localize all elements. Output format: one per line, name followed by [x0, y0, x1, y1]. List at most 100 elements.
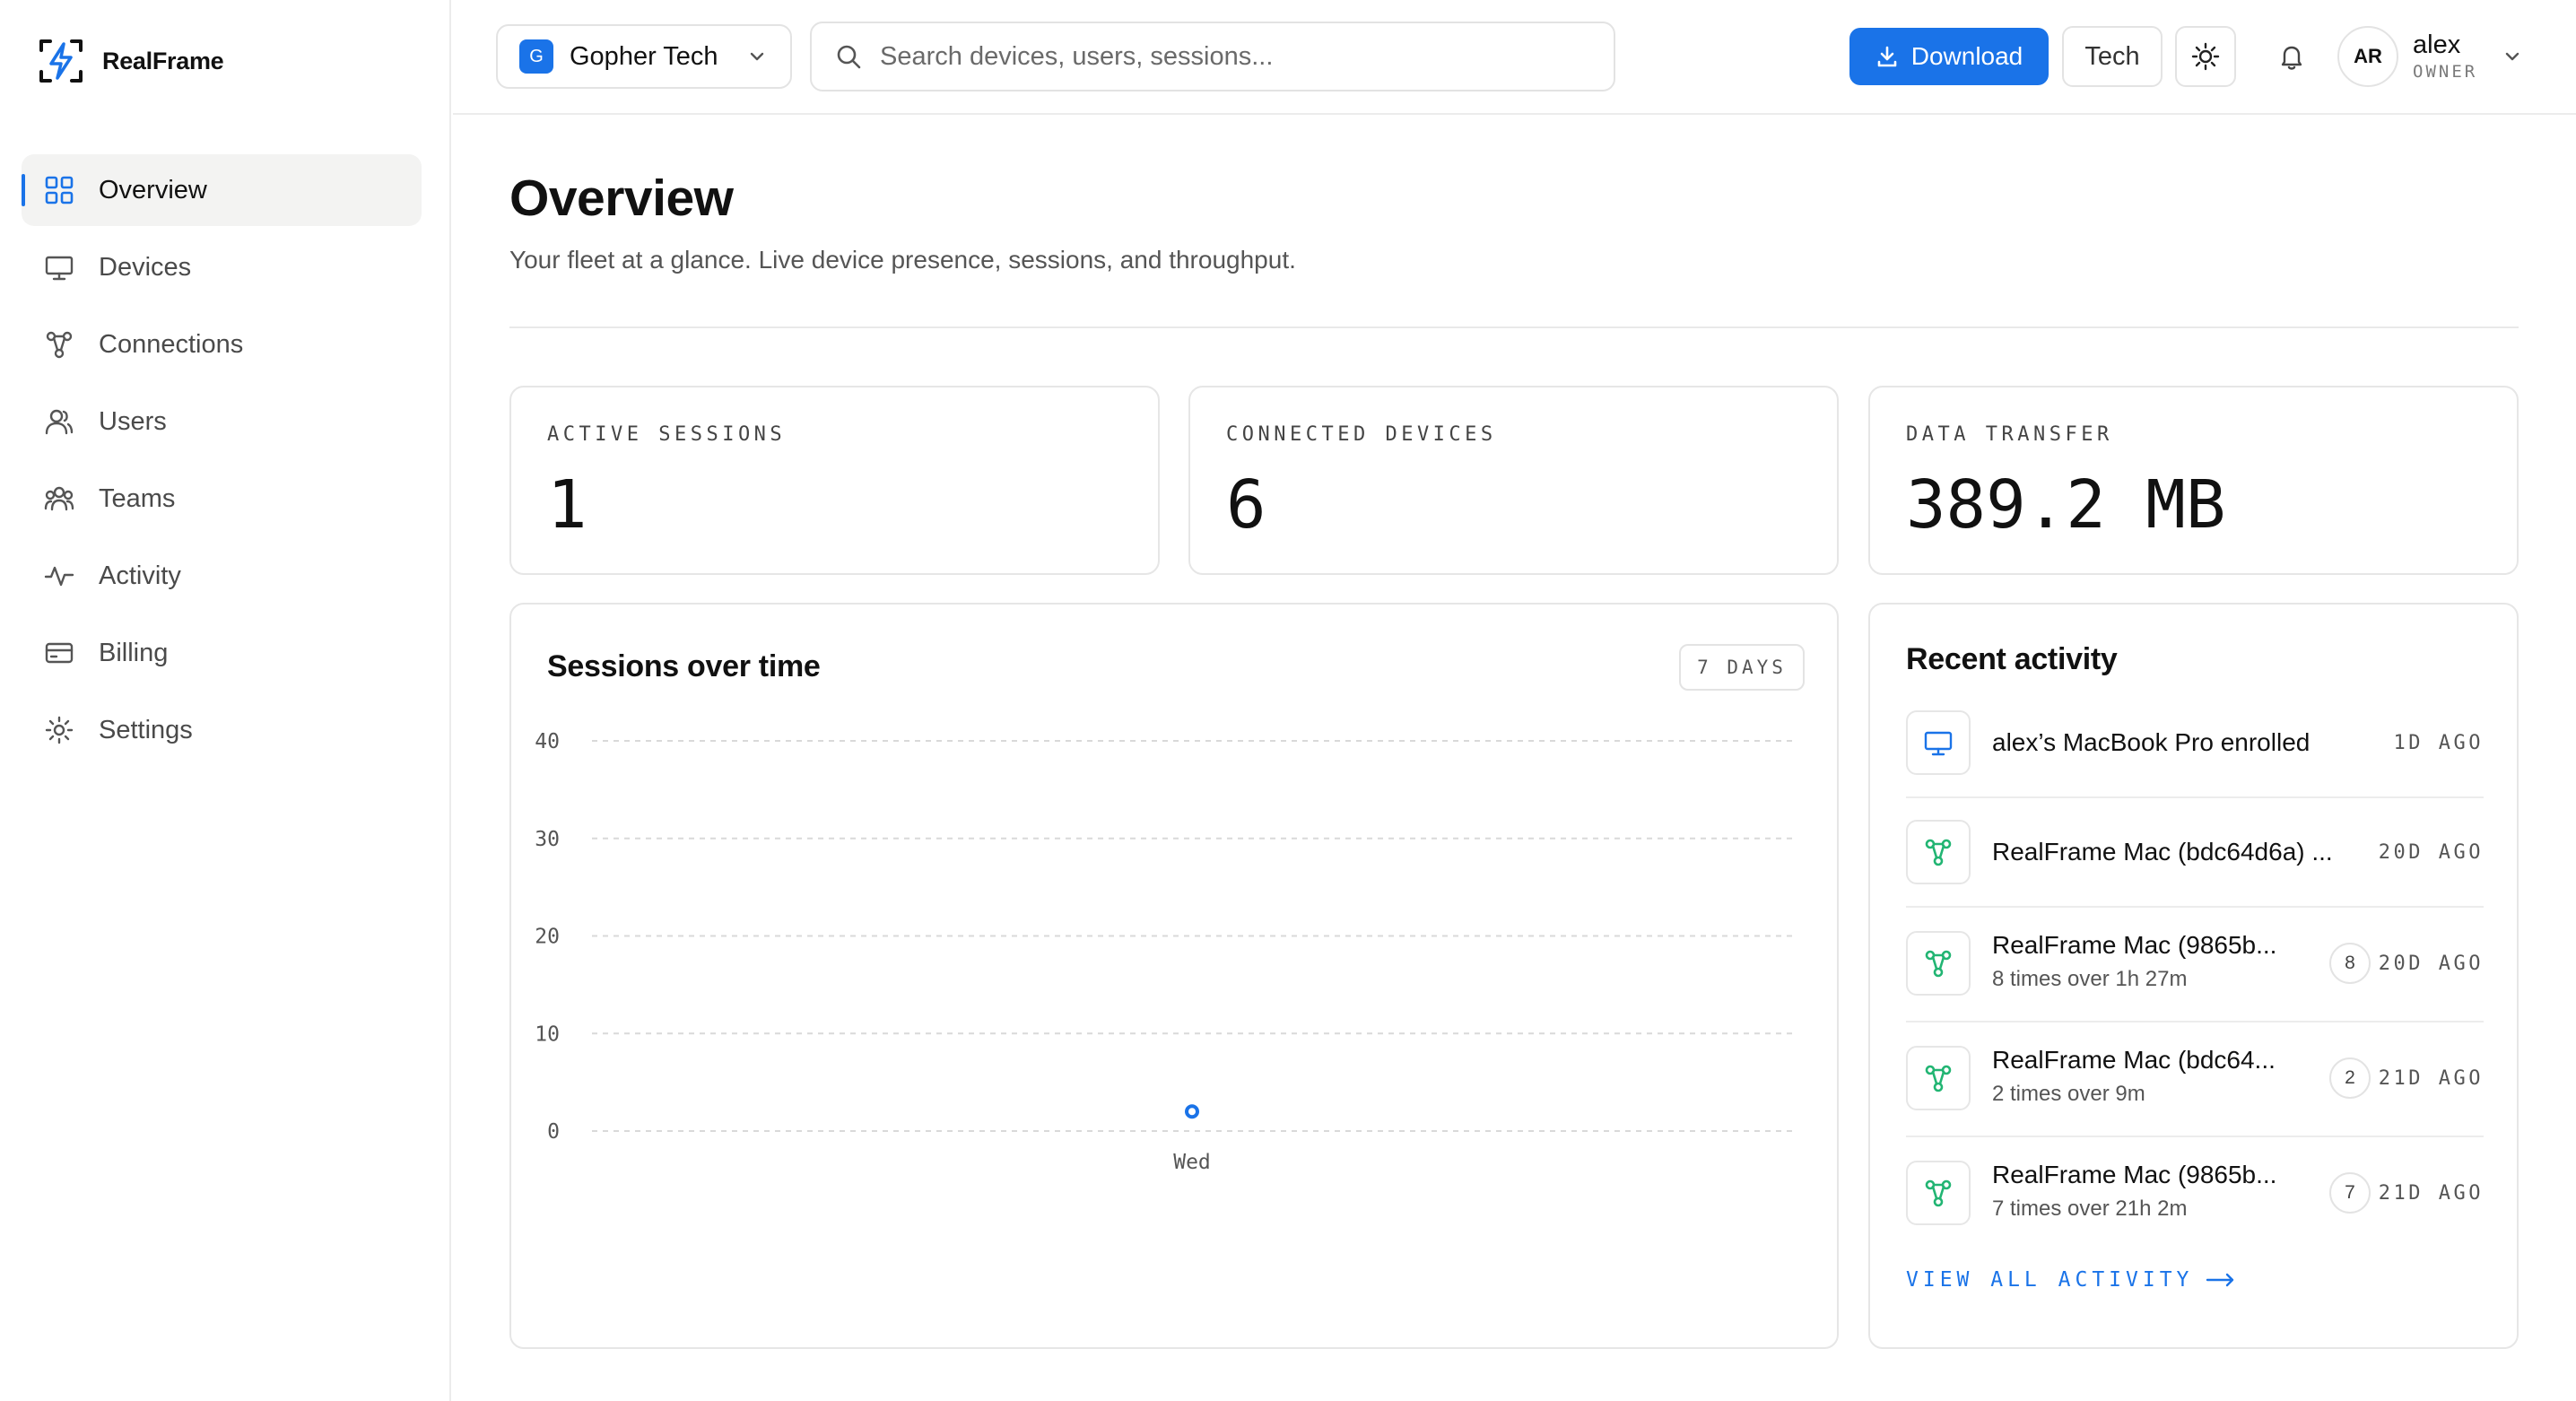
sidebar-item-label: Activity	[99, 561, 181, 590]
activity-subtitle: 8 times over 1h 27m	[1992, 967, 2188, 991]
download-button[interactable]: Download	[1849, 28, 2049, 85]
bell-icon	[2281, 46, 2302, 70]
divider	[509, 326, 2519, 328]
count-badge: 7	[2329, 1172, 2371, 1214]
stat-label: ACTIVE SESSIONS	[547, 423, 787, 446]
sidebar-item-connections[interactable]: Connections	[22, 309, 422, 380]
sidebar-item-label: Connections	[99, 329, 244, 359]
activity-subtitle: 2 times over 9m	[1992, 1082, 2145, 1106]
grid-icon	[43, 174, 75, 206]
sidebar-item-label: Settings	[99, 715, 193, 744]
download-icon	[1877, 46, 1897, 67]
divider	[1906, 1021, 2484, 1022]
y-tick-label: 30	[535, 828, 560, 851]
org-badge: G	[519, 39, 553, 74]
sidebar-nav: Overview Devices Connections Users Teams	[22, 154, 422, 771]
team-icon	[43, 483, 75, 515]
user-name: alex	[2413, 30, 2461, 59]
tech-button[interactable]: Tech	[2062, 26, 2163, 87]
card-icon	[43, 637, 75, 669]
stat-value: 6	[1226, 466, 1266, 544]
activity-item[interactable]: alex’s MacBook Pro enrolled 1D AGO	[1906, 710, 2484, 775]
sessions-chart-card: Sessions over time 7 DAYS 0 10 20 30 40 Wed	[509, 603, 1839, 1349]
activity-title: RealFrame Mac (9865b...	[1992, 931, 2277, 959]
stat-label: CONNECTED DEVICES	[1226, 423, 1497, 446]
sessions-chart: 0 10 20 30 40 Wed	[535, 730, 1792, 1174]
data-point[interactable]	[1185, 1104, 1199, 1119]
stat-value: 1	[547, 466, 587, 544]
activity-item[interactable]: RealFrame Mac (9865b... 8 times over 1h …	[1906, 931, 2484, 996]
org-switcher[interactable]: G Gopher Tech	[496, 24, 792, 89]
sidebar-item-label: Users	[99, 406, 167, 436]
stat-card-data-transfer: DATA TRANSFER 389.2 MB	[1868, 386, 2519, 575]
brand[interactable]: RealFrame	[36, 34, 224, 88]
stat-card-connected-devices: CONNECTED DEVICES 6	[1188, 386, 1839, 575]
divider	[1906, 906, 2484, 908]
count-badge: 2	[2329, 1057, 2371, 1099]
tech-label: Tech	[2084, 41, 2140, 71]
notifications-button[interactable]	[2263, 28, 2320, 85]
top-header: G Gopher Tech Download Tech AR alex OWNE…	[453, 0, 2576, 115]
pulse-icon	[43, 560, 75, 592]
user-menu[interactable]: AR alex OWNER	[2337, 25, 2522, 88]
card-title: Recent activity	[1906, 642, 2118, 676]
activity-item[interactable]: RealFrame Mac (bdc64d6a) ... 20D AGO	[1906, 820, 2484, 884]
view-all-label: VIEW ALL ACTIVITY	[1906, 1268, 2194, 1292]
arrow-right-icon	[2206, 1273, 2234, 1287]
activity-title: RealFrame Mac (9865b...	[1992, 1161, 2277, 1188]
search-input[interactable]	[880, 41, 1597, 72]
y-tick-label: 20	[535, 926, 560, 949]
activity-time: 20D AGO	[2378, 841, 2484, 864]
search-icon	[837, 45, 861, 69]
user-info: alex OWNER	[2413, 30, 2478, 83]
stat-card-active-sessions: ACTIVE SESSIONS 1	[509, 386, 1160, 575]
count-badge: 8	[2329, 943, 2371, 984]
sidebar-item-label: Devices	[99, 252, 192, 282]
sidebar-item-label: Overview	[99, 175, 207, 204]
y-tick-label: 10	[535, 1022, 560, 1046]
recent-activity-card: Recent activity alex’s MacBook Pro enrol…	[1868, 603, 2519, 1349]
activity-item[interactable]: RealFrame Mac (9865b... 7 times over 21h…	[1906, 1161, 2484, 1225]
activity-time: 1D AGO	[2393, 732, 2484, 754]
chevron-down-icon	[750, 52, 764, 61]
page-title: Overview	[509, 170, 734, 227]
sidebar-item-settings[interactable]: Settings	[22, 694, 422, 766]
sidebar: RealFrame Overview Devices Connections U…	[0, 0, 451, 1401]
sidebar-item-label: Teams	[99, 483, 176, 513]
activity-time: 21D AGO	[2378, 1182, 2484, 1205]
divider	[1906, 796, 2484, 798]
page-subtitle: Your fleet at a glance. Live device pres…	[509, 246, 1296, 274]
divider	[1906, 1136, 2484, 1137]
nodes-icon	[1906, 931, 1971, 996]
theme-toggle-button[interactable]	[2175, 26, 2236, 87]
sidebar-item-devices[interactable]: Devices	[22, 231, 422, 303]
sidebar-item-billing[interactable]: Billing	[22, 617, 422, 689]
activity-title: RealFrame Mac (bdc64d6a) ...	[1992, 838, 2333, 866]
sidebar-item-activity[interactable]: Activity	[22, 540, 422, 612]
user-role: OWNER	[2413, 62, 2478, 83]
sidebar-item-overview[interactable]: Overview	[22, 154, 422, 226]
nodes-icon	[1906, 1046, 1971, 1110]
activity-time: 21D AGO	[2378, 1067, 2484, 1090]
sidebar-item-teams[interactable]: Teams	[22, 463, 422, 535]
y-tick-label: 40	[535, 730, 560, 753]
stat-label: DATA TRANSFER	[1906, 423, 2113, 446]
realframe-logo-icon	[39, 39, 83, 83]
user-icon	[43, 405, 75, 438]
download-label: Download	[1910, 42, 2023, 70]
nodes-icon	[1906, 820, 1971, 884]
sidebar-item-label: Billing	[99, 638, 169, 667]
sun-icon	[2191, 42, 2220, 71]
nodes-icon	[1906, 1161, 1971, 1225]
activity-time: 20D AGO	[2378, 953, 2484, 975]
org-name: Gopher Tech	[570, 41, 718, 71]
monitor-icon	[1906, 710, 1971, 775]
view-all-activity-link[interactable]: VIEW ALL ACTIVITY	[1906, 1268, 2236, 1292]
stat-value: 389.2 MB	[1906, 466, 2226, 544]
activity-item[interactable]: RealFrame Mac (bdc64... 2 times over 9m …	[1906, 1046, 2484, 1110]
y-tick-label: 0	[547, 1120, 560, 1144]
activity-subtitle: 7 times over 21h 2m	[1992, 1197, 2188, 1221]
sidebar-item-users[interactable]: Users	[22, 386, 422, 457]
brand-name: RealFrame	[102, 47, 224, 74]
activity-title: alex’s MacBook Pro enrolled	[1992, 728, 2311, 756]
